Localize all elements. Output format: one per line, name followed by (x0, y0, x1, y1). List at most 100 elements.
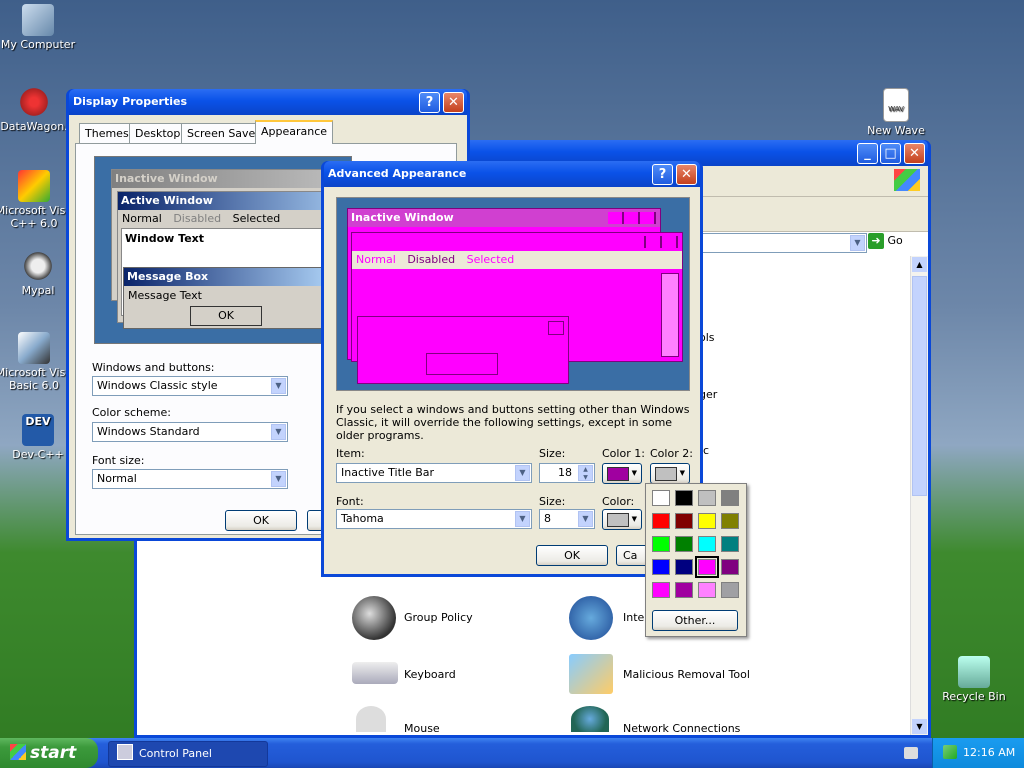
taskbar-item-control-panel[interactable]: Control Panel (108, 741, 268, 767)
minimize-button[interactable]: _ (857, 143, 878, 164)
color-scheme-select[interactable]: Windows Standard ▼ (92, 422, 288, 442)
computer-icon (22, 4, 54, 36)
network-tray-icon[interactable] (943, 745, 957, 759)
go-label: Go (887, 234, 903, 247)
color-swatch[interactable] (675, 559, 693, 575)
spinner-icon[interactable]: ▲ ▼ (578, 465, 593, 481)
desktop-icon-label: Microsoft Visu Basic 6.0 (0, 366, 73, 392)
chevron-down-icon: ▼ (515, 511, 530, 527)
adv-preview-message-close (548, 321, 564, 335)
color-swatch[interactable] (698, 490, 716, 506)
help-button[interactable]: ? (419, 92, 440, 113)
preview-message-title-label: Message Box (127, 270, 209, 283)
font-color-button[interactable]: ▼ (602, 509, 642, 530)
desktop-icon-new-wave[interactable]: WAV New Wave (854, 88, 938, 137)
close-button[interactable]: ✕ (676, 164, 697, 185)
adv-preview-message-box (357, 316, 569, 384)
color2-button[interactable]: ▼ (650, 463, 690, 484)
desktop-icon-vb[interactable]: Microsoft Visu Basic 6.0 (0, 332, 74, 392)
tab-appearance[interactable]: Appearance (255, 120, 334, 144)
windows-buttons-select[interactable]: Windows Classic style ▼ (92, 376, 288, 396)
desktop-icon-datawagon[interactable]: DataWagon. (0, 86, 76, 133)
advanced-appearance-body: Inactive Window Normal Disabled Selected (324, 187, 700, 574)
chevron-down-icon: ▼ (631, 515, 637, 523)
wav-file-icon: WAV (883, 88, 909, 122)
address-dropdown[interactable]: ▼ (697, 233, 867, 253)
ok-button[interactable]: OK (225, 510, 297, 531)
chevron-down-icon: ▼ (679, 469, 685, 477)
visual-cpp-icon (18, 170, 50, 202)
color-swatch[interactable] (652, 513, 670, 529)
scroll-thumb[interactable] (912, 276, 927, 496)
font-value: Tahoma (341, 512, 384, 525)
ok-button[interactable]: OK (536, 545, 608, 566)
font-size-select[interactable]: Normal ▼ (92, 469, 288, 489)
help-button[interactable]: ? (652, 164, 673, 185)
color-swatch[interactable] (698, 513, 716, 529)
list-item-label: Keyboard (404, 668, 456, 681)
visual-basic-icon (18, 332, 50, 364)
maximize-button[interactable]: □ (880, 143, 901, 164)
list-item-label: Group Policy (404, 611, 473, 624)
color1-swatch (607, 467, 629, 481)
color-swatch[interactable] (698, 536, 716, 552)
color1-button[interactable]: ▼ (602, 463, 642, 484)
other-color-button[interactable]: Other... (652, 610, 738, 631)
group-policy-icon (352, 596, 396, 640)
adv-preview-active-title (352, 233, 682, 251)
dev-cpp-icon: DEV (22, 414, 54, 446)
tab-desktop[interactable]: Desktop (129, 123, 187, 143)
color-swatch[interactable] (698, 582, 716, 598)
adv-preview-menu-disabled: Disabled (407, 253, 456, 266)
color-swatch[interactable] (675, 490, 693, 506)
color-swatch[interactable] (721, 536, 739, 552)
size-value: 18 (558, 466, 572, 479)
desktop-icon-vcpp[interactable]: Microsoft Visu C++ 6.0 (0, 170, 74, 230)
desktop-icon-my-computer[interactable]: My Computer (0, 4, 80, 51)
size-stepper[interactable]: 18 ▲ ▼ (539, 463, 595, 483)
control-panel-icon (117, 744, 133, 760)
color-swatch[interactable] (721, 582, 739, 598)
appearance-preview: Inactive Window Active Window Normal Dis… (94, 156, 353, 344)
adv-preview-menu-selected: Selected (466, 253, 515, 266)
desktop-icon-recycle-bin[interactable]: Recycle Bin (932, 656, 1016, 703)
color-swatch[interactable] (652, 490, 670, 506)
color-swatch[interactable] (721, 513, 739, 529)
chevron-down-icon: ▼ (578, 511, 593, 527)
system-tray: 12:16 AM (932, 738, 1024, 768)
preview-message-text: Message Text (128, 289, 202, 302)
vertical-scrollbar[interactable]: ▲ ▼ (910, 256, 928, 735)
close-button[interactable]: ✕ (904, 143, 925, 164)
preview-menu: Normal Disabled Selected (118, 210, 352, 228)
tab-themes[interactable]: Themes (79, 123, 135, 143)
color-swatch[interactable] (675, 536, 693, 552)
color-swatch[interactable] (652, 582, 670, 598)
preview-message-box: Message Box Message Text OK (123, 267, 325, 329)
keyboard-tray-icon[interactable] (904, 747, 918, 759)
item-select[interactable]: Inactive Title Bar ▼ (336, 463, 532, 483)
go-button[interactable]: ➜ Go (868, 233, 908, 253)
preview-menu-normal: Normal (122, 212, 162, 225)
adv-preview-ok-button (426, 353, 498, 375)
list-item-label: Malicious Removal Tool (623, 668, 750, 681)
tab-screen-saver[interactable]: Screen Saver (181, 123, 266, 143)
color-swatch[interactable] (721, 559, 739, 575)
color-swatch[interactable] (675, 513, 693, 529)
color-palette-popup: Other... (645, 483, 747, 637)
scroll-up-icon[interactable]: ▲ (912, 257, 927, 272)
font-select[interactable]: Tahoma ▼ (336, 509, 532, 529)
taskbar-item-label: Control Panel (139, 747, 212, 760)
color-swatch[interactable] (652, 559, 670, 575)
close-button[interactable]: ✕ (443, 92, 464, 113)
preview-inactive-title: Inactive Window (112, 170, 352, 188)
color-swatch[interactable] (652, 536, 670, 552)
color-swatch[interactable] (695, 556, 719, 578)
display-properties-titlebar: Display Properties ? ✕ (69, 89, 467, 115)
color-scheme-label: Color scheme: (92, 406, 171, 419)
color-swatch[interactable] (675, 582, 693, 598)
color-swatch[interactable] (721, 490, 739, 506)
start-button[interactable]: start (0, 738, 98, 768)
font-size-select[interactable]: 8 ▼ (539, 509, 595, 529)
scroll-down-icon[interactable]: ▼ (912, 719, 927, 734)
list-item-label: Network Connections (623, 722, 741, 735)
